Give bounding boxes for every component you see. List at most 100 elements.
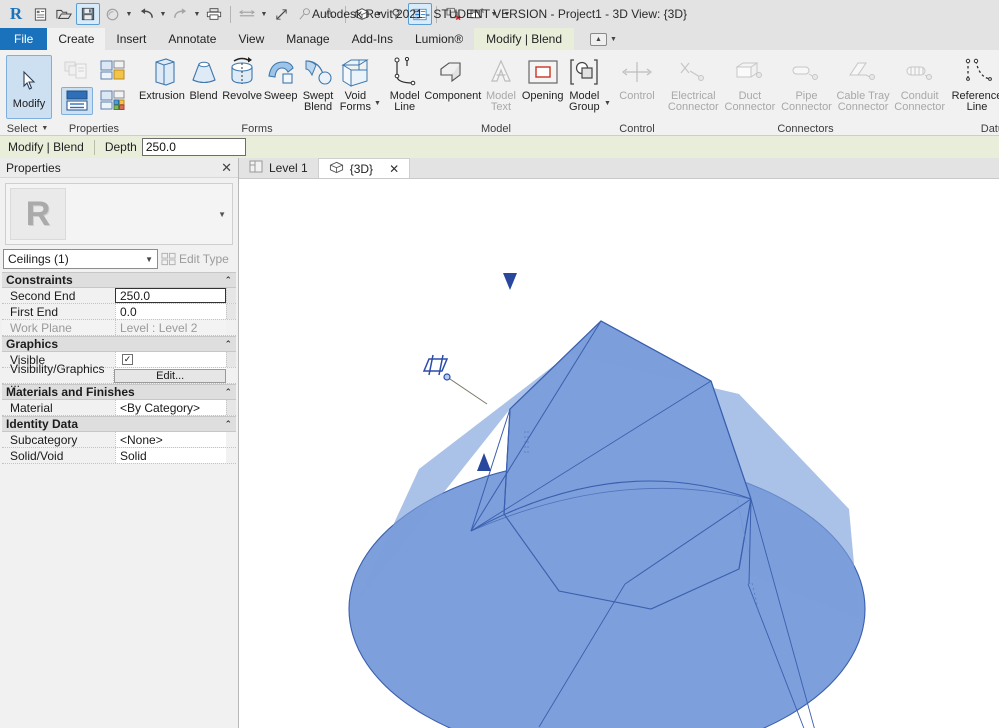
aligned-dimension-icon[interactable] <box>269 3 293 25</box>
property-group-materials-and-finishes[interactable]: Materials and Finishes ⌃ <box>2 384 236 400</box>
model-group-button[interactable]: Model Group <box>565 53 604 113</box>
extrusion-button[interactable]: Extrusion <box>139 53 185 102</box>
chevron-up-icon[interactable]: ⌃ <box>224 275 232 286</box>
tab-create[interactable]: Create <box>47 28 106 50</box>
property-value[interactable]: Edit... <box>113 368 227 383</box>
tab-add-ins[interactable]: Add-Ins <box>341 28 404 50</box>
property-row-subcategory[interactable]: Subcategory <None> <box>2 432 236 448</box>
chevron-down-icon[interactable]: ▼ <box>192 3 202 25</box>
tab-modify-blend[interactable]: Modify | Blend <box>474 28 574 50</box>
open-folder-icon[interactable] <box>52 3 76 25</box>
property-value[interactable]: <None> <box>115 432 226 447</box>
property-row-visibility-graphics[interactable]: Visibility/Graphics ... Edit... <box>2 362 236 390</box>
modify-button[interactable]: Modify <box>6 55 52 119</box>
chevron-down-icon[interactable]: ▼ <box>374 100 381 107</box>
blend-button[interactable]: Blend <box>185 53 222 102</box>
ribbon-panel-model: Model Line Component Model Text Opening … <box>381 50 611 136</box>
family-types-icon[interactable] <box>97 87 129 115</box>
type-selector[interactable]: Ceilings (1) ▼ <box>3 249 158 269</box>
chevron-down-icon[interactable]: ▼ <box>604 100 611 107</box>
ribbon-minimize-control[interactable]: ▲ ▼ <box>590 28 617 50</box>
save-icon[interactable] <box>76 3 100 25</box>
tab-annotate[interactable]: Annotate <box>157 28 227 50</box>
property-row-material[interactable]: Material <By Category> <box>2 400 236 416</box>
view-tab-level-1[interactable]: Level 1 <box>239 158 319 178</box>
thin-lines-icon[interactable] <box>408 3 432 25</box>
type-selector-row: Ceilings (1) ▼ Edit Type <box>3 249 235 269</box>
blend-solid-geometry[interactable] <box>239 179 999 728</box>
default-3d-view-icon[interactable] <box>350 3 374 25</box>
property-group-identity-data[interactable]: Identity Data ⌃ <box>2 416 236 432</box>
chevron-down-icon[interactable]: ▼ <box>610 36 617 43</box>
reference-line-button[interactable]: Reference Line <box>948 53 999 113</box>
property-grip[interactable] <box>226 400 236 415</box>
tab-insert[interactable]: Insert <box>105 28 157 50</box>
print-icon[interactable] <box>202 3 226 25</box>
property-grip[interactable] <box>226 288 236 303</box>
tab-lumion[interactable]: Lumion® <box>404 28 474 50</box>
property-group-constraints[interactable]: Constraints ⌃ <box>2 272 236 288</box>
swept-blend-button[interactable]: Swept Blend <box>299 53 336 113</box>
view-tab-3d[interactable]: {3D} ✕ <box>318 158 411 178</box>
close-hidden-windows-icon[interactable] <box>441 3 465 25</box>
ribbon-collapse-icon[interactable]: ▲ <box>590 32 607 46</box>
drawing-canvas[interactable] <box>239 179 999 728</box>
model-group-icon <box>569 55 599 89</box>
swept-blend-label2: Blend <box>303 101 333 113</box>
new-project-icon[interactable] <box>28 3 52 25</box>
section-icon[interactable] <box>384 3 408 25</box>
properties-icon[interactable] <box>61 87 93 115</box>
depth-input[interactable] <box>141 138 246 156</box>
property-name: Material <box>10 400 53 415</box>
chevron-up-icon[interactable]: ⌃ <box>224 387 232 398</box>
family-category-icon[interactable] <box>97 57 129 85</box>
chevron-down-icon[interactable]: ▼ <box>41 125 48 132</box>
property-row-first-end[interactable]: First End 0.0 <box>2 304 236 320</box>
text-icon: A <box>323 6 335 21</box>
ribbon-panel-title-select[interactable]: Select ▼ <box>0 121 55 136</box>
chevron-down-icon[interactable]: ▼ <box>489 3 499 25</box>
opening-label: Opening <box>521 90 564 102</box>
property-value[interactable]: ✓ <box>115 352 226 367</box>
ribbon-panel-title-datum: Datu <box>980 122 999 135</box>
chevron-up-icon[interactable]: ⌃ <box>224 419 232 430</box>
visible-checkbox[interactable]: ✓ <box>122 354 133 365</box>
work-plane-icon[interactable] <box>422 354 451 381</box>
toolbar-divider <box>230 5 231 23</box>
model-line-button[interactable]: Model Line <box>385 53 424 113</box>
component-button[interactable]: Component <box>424 53 481 102</box>
visibility-graphics-edit-button[interactable]: Edit... <box>114 368 227 383</box>
revit-logo-icon[interactable]: R <box>4 3 28 25</box>
switch-windows-icon[interactable] <box>465 3 489 25</box>
customize-qat-icon[interactable]: ▼ <box>499 3 515 25</box>
chevron-down-icon[interactable]: ▼ <box>374 3 384 25</box>
sweep-button[interactable]: Sweep <box>262 53 299 102</box>
close-icon[interactable]: ✕ <box>221 160 232 176</box>
bottom-direction-arrow[interactable] <box>477 453 491 471</box>
property-value[interactable]: 250.0 <box>115 288 226 303</box>
property-group-graphics[interactable]: Graphics ⌃ <box>2 336 236 352</box>
tab-view[interactable]: View <box>227 28 275 50</box>
chevron-down-icon[interactable]: ▼ <box>145 255 153 264</box>
chevron-down-icon[interactable]: ▼ <box>259 3 269 25</box>
opening-button[interactable]: Opening <box>521 53 565 102</box>
property-value[interactable]: Solid <box>115 448 226 463</box>
void-forms-button[interactable]: Void Forms <box>337 53 374 113</box>
property-grip[interactable] <box>226 352 236 367</box>
property-row-solid-void[interactable]: Solid/Void Solid <box>2 448 236 464</box>
component-label: Component <box>424 90 482 102</box>
top-direction-arrow[interactable] <box>503 273 517 290</box>
close-icon[interactable]: ✕ <box>389 162 399 176</box>
tab-file[interactable]: File <box>0 28 48 50</box>
property-row-second-end[interactable]: Second End 250.0 <box>2 288 236 304</box>
chevron-up-icon[interactable]: ⌃ <box>224 339 232 350</box>
chevron-down-icon[interactable]: ▼ <box>218 210 232 219</box>
property-value[interactable]: 0.0 <box>115 304 226 319</box>
undo-icon[interactable] <box>134 3 158 25</box>
chevron-down-icon[interactable]: ▼ <box>124 3 134 25</box>
revolve-button[interactable]: Revolve <box>222 53 262 102</box>
chevron-down-icon[interactable]: ▼ <box>158 3 168 25</box>
tab-manage[interactable]: Manage <box>275 28 340 50</box>
property-grip[interactable] <box>226 304 236 319</box>
property-value[interactable]: <By Category> <box>115 400 226 415</box>
